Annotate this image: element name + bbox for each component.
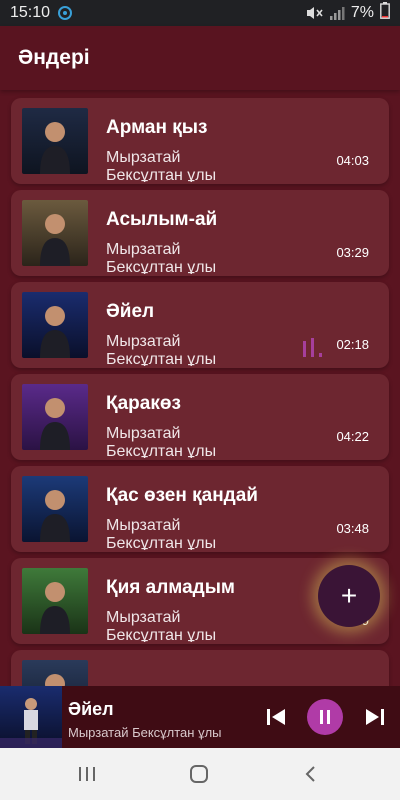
song-artwork — [22, 476, 88, 542]
song-item[interactable]: Әйел Мырзатай Бексұлтан ұлы 02:18 — [11, 282, 389, 368]
now-playing-title: Әйел — [68, 699, 114, 719]
now-playing-equalizer-icon — [301, 337, 325, 357]
song-duration: 03:29 — [336, 245, 369, 260]
song-artwork — [22, 108, 88, 174]
plus-icon: + — [340, 580, 358, 611]
song-duration: 04:03 — [336, 153, 369, 168]
song-item[interactable] — [11, 650, 389, 686]
song-duration: 02:18 — [336, 337, 369, 352]
song-duration: 03:48 — [336, 521, 369, 536]
song-artwork — [22, 568, 88, 634]
recent-apps-icon — [79, 767, 95, 781]
now-playing-artist: Мырзатай Бексұлтан ұлы — [68, 725, 222, 740]
skip-next-icon — [366, 709, 384, 725]
app-bar: Әндері — [0, 26, 400, 90]
signal-icon — [329, 5, 345, 21]
song-artwork — [22, 292, 88, 358]
song-artist: Мырзатай Бексұлтан ұлы — [106, 517, 217, 550]
song-artwork — [22, 384, 88, 450]
song-item[interactable]: Қас өзен қандай Мырзатай Бексұлтан ұлы 03:… — [11, 466, 389, 552]
song-artist: Мырзатай Бексұлтан ұлы — [106, 149, 217, 182]
song-artist: Мырзатай Бексұлтан ұлы — [106, 609, 217, 642]
back-button[interactable] — [296, 760, 326, 788]
song-duration: 04:22 — [336, 429, 369, 444]
home-button[interactable] — [184, 760, 214, 788]
song-artwork — [22, 200, 88, 266]
add-button[interactable]: + — [318, 565, 380, 627]
status-bar: 15:10 7% — [0, 0, 400, 26]
song-artist: Мырзатай Бексұлтан ұлы — [106, 425, 217, 458]
song-artist: Мырзатай Бексұлтан ұлы — [106, 241, 217, 274]
song-item[interactable]: Асылым-ай Мырзатай Бексұлтан ұлы 03:29 — [11, 190, 389, 276]
back-icon — [305, 766, 315, 782]
pause-button[interactable] — [307, 699, 343, 735]
song-title: Арман қыз — [106, 117, 208, 138]
song-artwork — [22, 660, 88, 686]
mini-player[interactable]: Әйел Мырзатай Бексұлтан ұлы — [0, 686, 400, 748]
song-item[interactable]: Қаракөз Мырзатай Бексұлтан ұлы 04:22 — [11, 374, 389, 460]
song-artist: Мырзатай Бексұлтан ұлы — [106, 333, 217, 366]
mini-player-artwork[interactable] — [0, 686, 62, 748]
notification-app-icon — [58, 6, 73, 20]
battery-icon — [380, 2, 390, 24]
page-title: Әндері — [18, 46, 90, 69]
status-time: 15:10 — [10, 4, 51, 21]
skip-previous-icon — [267, 709, 285, 725]
recent-apps-button[interactable] — [72, 760, 102, 788]
home-icon — [190, 765, 208, 783]
song-title: Қия алмадым — [106, 577, 235, 598]
pause-icon — [320, 710, 330, 724]
system-nav-bar — [0, 748, 400, 800]
battery-text: 7% — [350, 4, 374, 21]
song-title: Қаракөз — [106, 393, 181, 414]
song-item[interactable]: Арман қыз Мырзатай Бексұлтан ұлы 04:03 — [11, 98, 389, 184]
song-title: Қас өзен қандай — [106, 485, 258, 506]
previous-button[interactable] — [261, 702, 291, 732]
mute-icon — [305, 5, 323, 21]
next-button[interactable] — [360, 702, 390, 732]
song-title: Әйел — [106, 301, 155, 322]
song-title: Асылым-ай — [106, 209, 218, 230]
